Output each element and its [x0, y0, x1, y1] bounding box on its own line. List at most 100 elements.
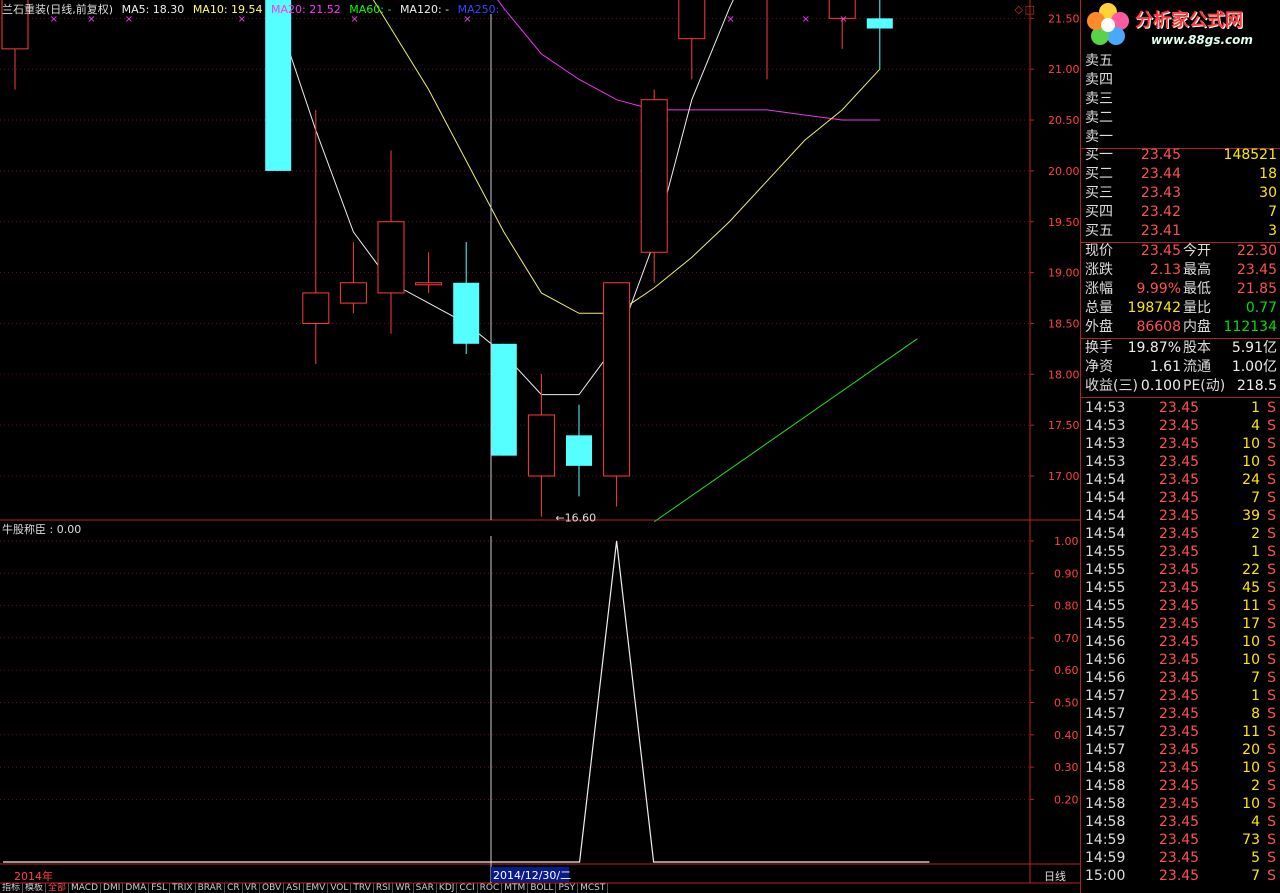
tick-time: 14:55 [1085, 598, 1126, 614]
tab-22[interactable]: MTM [502, 883, 529, 893]
tick-side: S [1267, 742, 1276, 758]
tab-19[interactable]: KDJ [437, 883, 458, 893]
tick-volume: 7 [1251, 868, 1260, 884]
tab-15[interactable]: TRV [351, 883, 374, 893]
tick-row: 14:55 23.45 45 S [1081, 579, 1280, 597]
tick-time: 14:55 [1085, 616, 1126, 632]
restore-icon[interactable]: ◇ [1015, 3, 1023, 16]
quote-value-2: 112134 [1223, 319, 1277, 335]
sell-level: 卖四 [1081, 71, 1280, 89]
tab-2[interactable]: 全部 [46, 883, 70, 893]
tab-14[interactable]: VOL [328, 883, 352, 893]
divider [1081, 397, 1280, 398]
tab-20[interactable]: CCI [457, 883, 478, 893]
fin-label-1: 收益(三) [1085, 378, 1138, 394]
tick-time: 14:54 [1085, 472, 1126, 488]
tick-price: 23.45 [1159, 742, 1200, 758]
tick-time: 14:58 [1085, 814, 1126, 830]
buy-level: 买一 23.45 148521 [1081, 146, 1280, 164]
tick-volume: 4 [1251, 814, 1260, 830]
buy-level: 买三 23.43 30 [1081, 184, 1280, 202]
tab-13[interactable]: EMV [304, 883, 329, 893]
tick-volume: 2 [1251, 778, 1260, 794]
tick-time: 14:58 [1085, 796, 1126, 812]
sell-label: 卖二 [1085, 110, 1113, 126]
buy-price: 23.42 [1140, 204, 1181, 220]
buy-label: 买三 [1085, 185, 1113, 201]
buy-label: 买二 [1085, 166, 1113, 182]
quote-label-2: 内盘 [1183, 319, 1211, 335]
osc-tick-label: 0.60 [1054, 664, 1079, 677]
tick-price: 23.45 [1159, 598, 1200, 614]
sell-level: 卖五 [1081, 52, 1280, 70]
price-tick-label: 18.50 [1048, 317, 1080, 330]
buy-label: 买五 [1085, 223, 1113, 239]
price-tick-label: 18.00 [1048, 368, 1080, 381]
tick-row: 14:57 23.45 20 S [1081, 741, 1280, 759]
quote-value-2: 21.85 [1236, 281, 1277, 297]
tick-side: S [1267, 418, 1276, 434]
menu-icon[interactable]: □ [1025, 3, 1035, 16]
osc-tick-label: 0.30 [1054, 761, 1079, 774]
tab-21[interactable]: ROC [478, 883, 503, 893]
signal-marker: × [839, 14, 847, 25]
crosshair-date-label: 2014/12/30/二 [493, 869, 571, 882]
kline-chart[interactable]: 25.0024.5024.0023.5023.0022.5022.0021.50… [0, 0, 1080, 893]
tab-23[interactable]: BOLL [528, 883, 557, 893]
tab-7[interactable]: TRIX [170, 883, 196, 893]
tab-6[interactable]: FSL [149, 883, 170, 893]
tab-1[interactable]: 模板 [23, 883, 47, 893]
tick-side: S [1267, 598, 1276, 614]
tick-price: 23.45 [1159, 688, 1200, 704]
tick-side: S [1267, 508, 1276, 524]
price-tick-label: 21.00 [1048, 63, 1080, 76]
tick-volume: 22 [1242, 562, 1260, 578]
sell-level: 卖三 [1081, 90, 1280, 108]
tick-time: 14:57 [1085, 742, 1126, 758]
tick-row: 14:56 23.45 7 S [1081, 669, 1280, 687]
indicator-tabs: 指标 模板 全部 MACD DMI DMA FSL TRIX BRAR CR VR OBV ASI EMV… [0, 883, 700, 893]
tab-0[interactable]: 指标 [0, 883, 24, 893]
time-axis-label: 2014年 [14, 869, 53, 883]
tick-price: 23.45 [1159, 544, 1200, 560]
tab-25[interactable]: MCST [578, 883, 609, 893]
osc-tick-label: 1.00 [1054, 535, 1079, 548]
tick-price: 23.45 [1159, 418, 1200, 434]
tab-12[interactable]: ASI [284, 883, 304, 893]
tick-price: 23.45 [1159, 526, 1200, 542]
tick-volume: 45 [1242, 580, 1260, 596]
ma10-line [372, 0, 881, 314]
tick-volume: 10 [1242, 436, 1260, 452]
fin-value-1: 1.61 [1149, 359, 1181, 375]
tick-row: 14:58 23.45 10 S [1081, 759, 1280, 777]
tab-18[interactable]: SAR [414, 883, 437, 893]
tab-9[interactable]: CR [225, 883, 243, 893]
sell-label: 卖五 [1085, 53, 1113, 69]
tab-10[interactable]: VR [243, 883, 261, 893]
tick-row: 14:57 23.45 11 S [1081, 723, 1280, 741]
tick-time: 14:58 [1085, 760, 1126, 776]
tab-4[interactable]: DMI [101, 883, 124, 893]
tab-24[interactable]: PSY [556, 883, 579, 893]
chart-header: 兰石重装(日线,前复权) MA5: 18.30 MA10: 19.54 MA20… [2, 1, 512, 17]
tab-11[interactable]: OBV [260, 883, 285, 893]
tab-3[interactable]: MACD [69, 883, 102, 893]
tick-side: S [1267, 814, 1276, 830]
fin-label-1: 换手 [1085, 340, 1113, 356]
candle [566, 404, 592, 497]
tab-8[interactable]: BRAR [196, 883, 226, 893]
period-label: 日线 [1044, 869, 1066, 883]
tick-row: 14:53 23.45 10 S [1081, 453, 1280, 471]
tick-volume: 20 [1242, 742, 1260, 758]
candle-body [490, 343, 517, 456]
candle-body [339, 282, 367, 304]
tab-17[interactable]: WR [393, 883, 414, 893]
price-tick-label: 17.50 [1048, 419, 1080, 432]
tick-volume: 7 [1251, 490, 1260, 506]
candle-body [866, 18, 893, 29]
tab-16[interactable]: RSI [374, 883, 394, 893]
tab-5[interactable]: DMA [123, 883, 150, 893]
buy-volume: 148521 [1223, 147, 1277, 163]
tick-volume: 17 [1242, 616, 1260, 632]
quote-label-2: 今开 [1183, 243, 1211, 259]
